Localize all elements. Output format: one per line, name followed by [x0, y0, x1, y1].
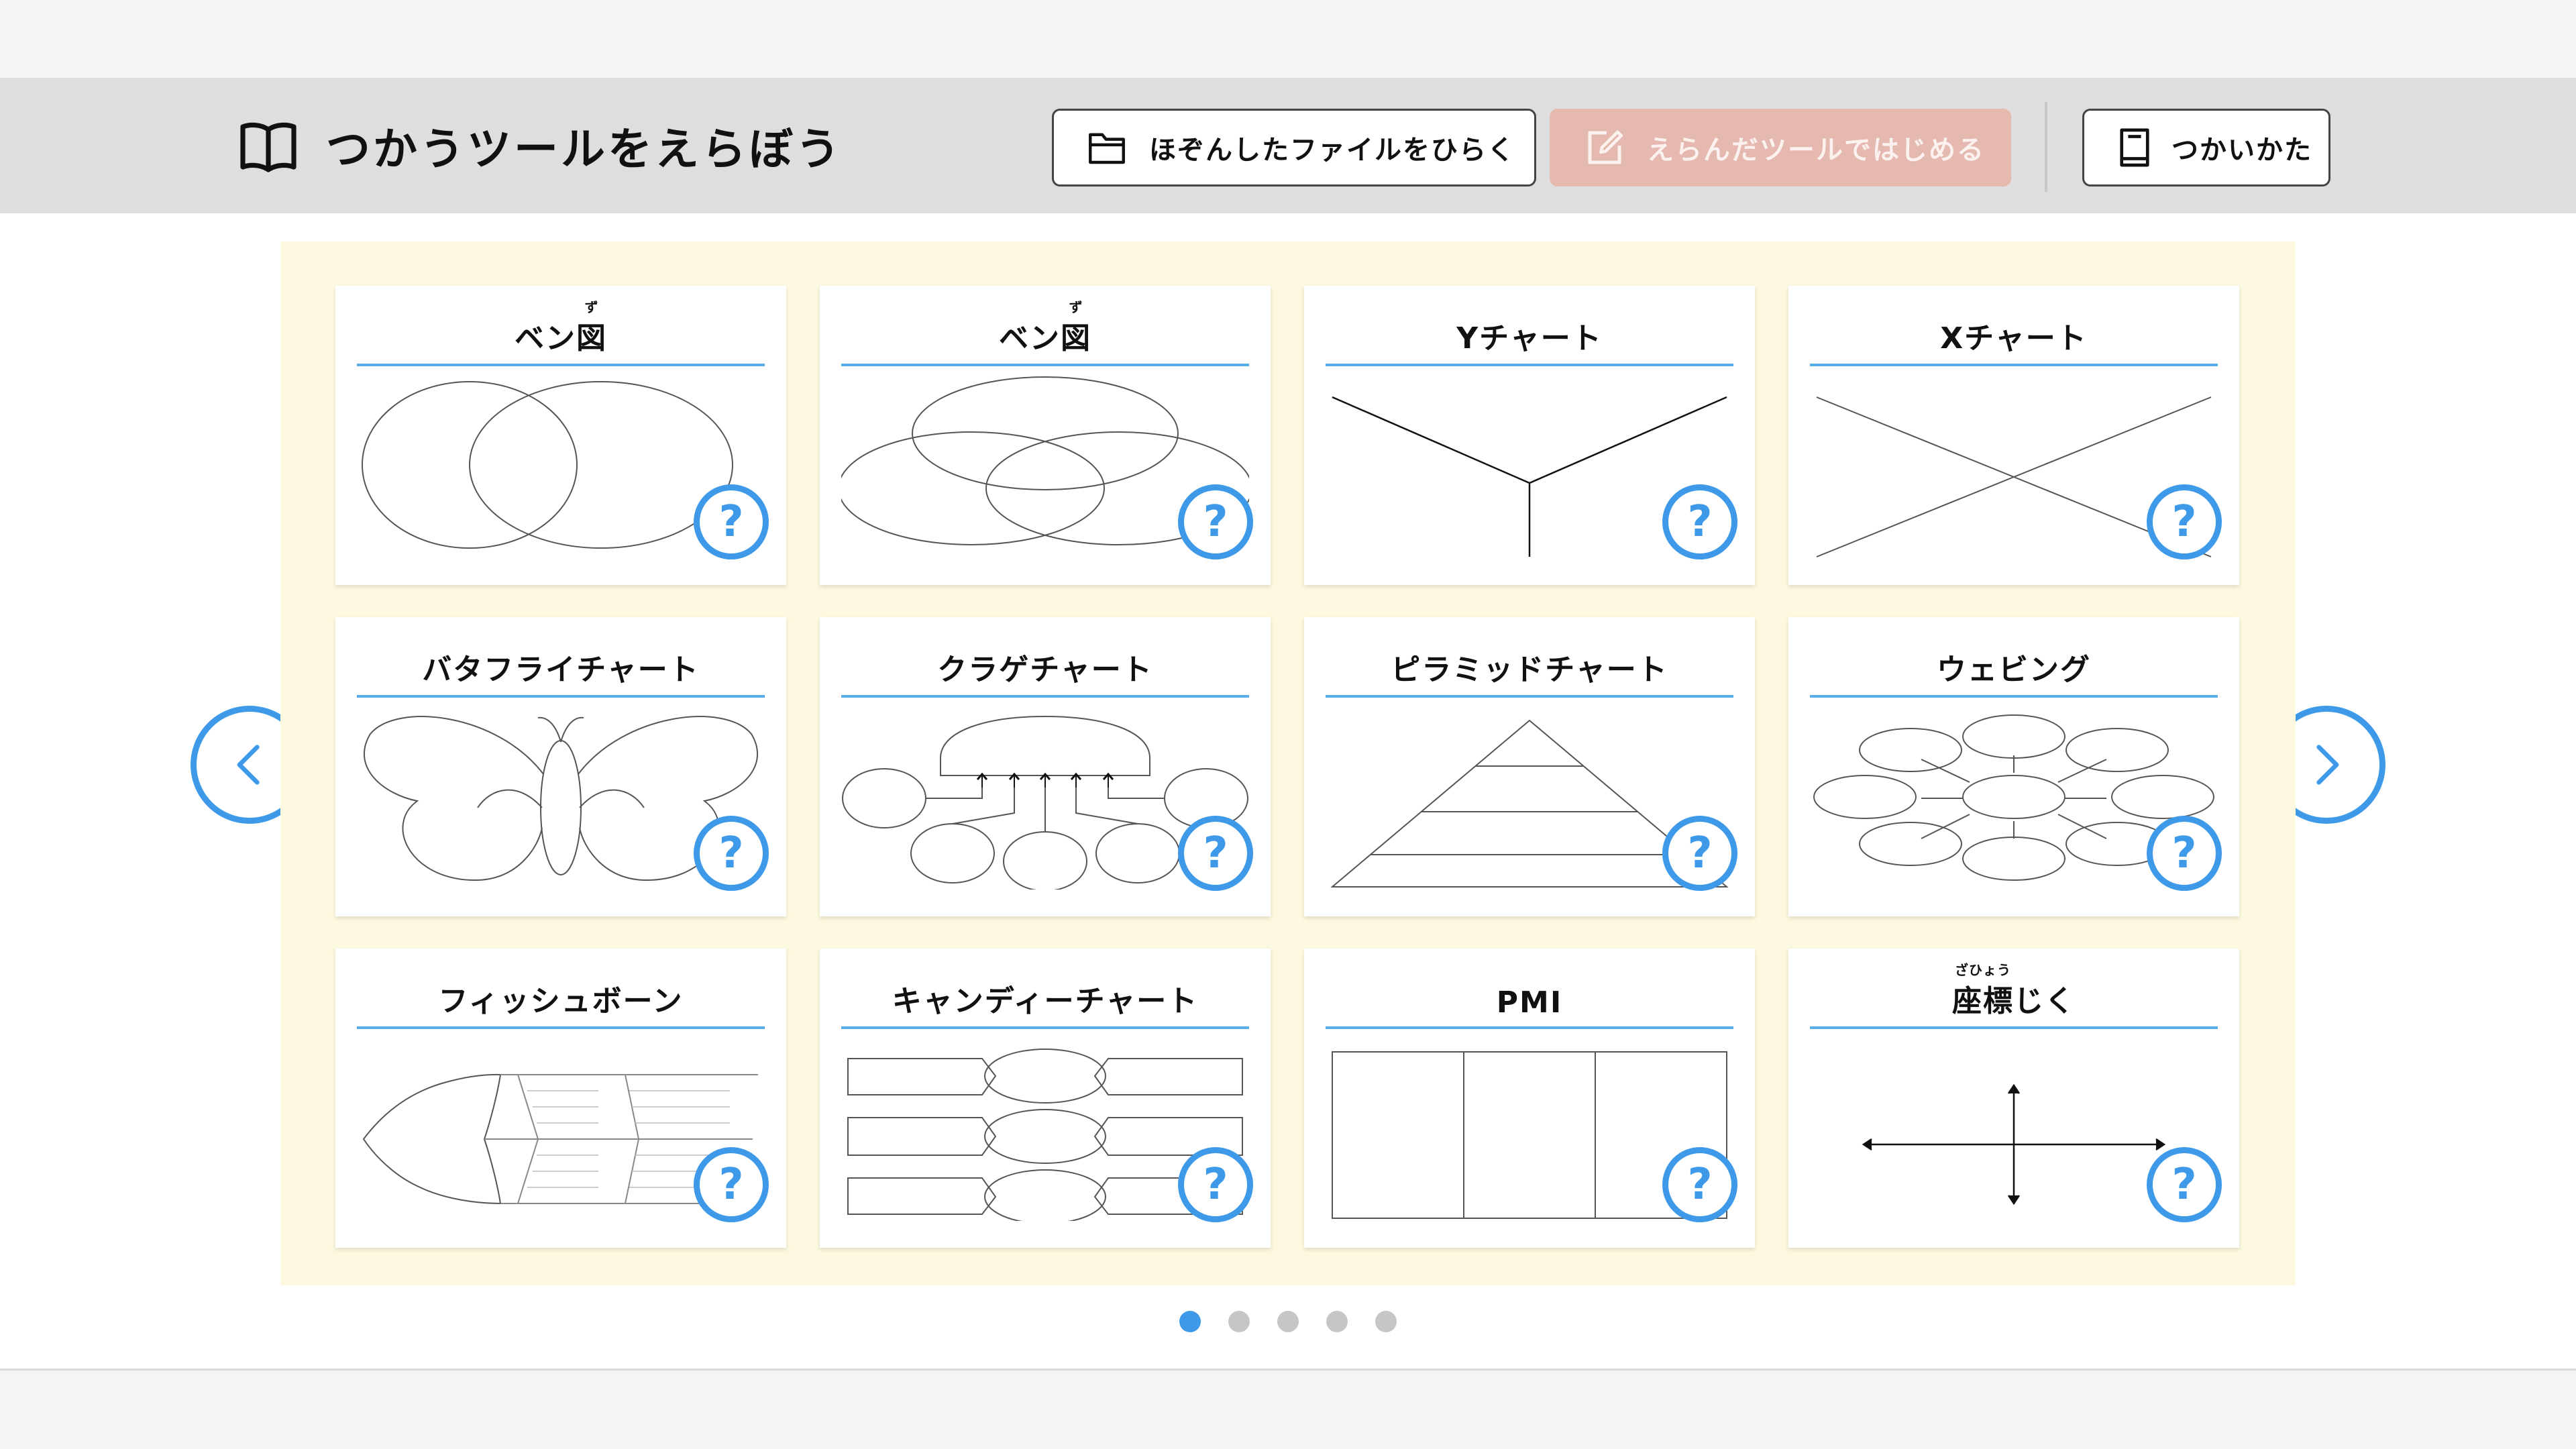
tool-card-title: キャンディーチャート: [841, 966, 1249, 1029]
title-text: フィッシュボーン: [438, 984, 684, 1018]
tool-card-jellyfish[interactable]: クラゲチャート ?: [820, 617, 1271, 916]
tool-card-title: 座標 ざひょう じく: [1810, 962, 2218, 1029]
bottom-margin: [0, 1371, 2576, 1449]
manual-icon: [2120, 128, 2149, 167]
title-text: ベン: [515, 321, 576, 356]
help-icon[interactable]: ?: [694, 1147, 769, 1222]
page-dot-4[interactable]: [1326, 1311, 1348, 1332]
tool-card-butterfly[interactable]: バタフライチャート ?: [335, 617, 786, 916]
tool-card-venn-2[interactable]: ベン図ず ?: [335, 286, 786, 585]
help-icon[interactable]: ?: [1662, 816, 1737, 891]
title-text: Xチャート: [1940, 321, 2088, 356]
tool-card-title: ベン図ず: [357, 299, 765, 366]
tool-card-pyramid[interactable]: ピラミッドチャート ?: [1304, 617, 1755, 916]
page-title: つかうツールをえらぼう: [326, 123, 843, 175]
tool-card-title: ウェビング: [1810, 635, 2218, 698]
title-text: ピラミッドチャート: [1391, 653, 1668, 687]
tool-card-fishbone[interactable]: フィッシュボーン ?: [335, 949, 786, 1248]
ruby-reading: ず: [584, 299, 599, 315]
title-text: じく: [2014, 984, 2076, 1018]
help-icon[interactable]: ?: [1178, 1147, 1253, 1222]
help-icon[interactable]: ?: [1662, 1147, 1737, 1222]
ruby-base: 図: [576, 321, 607, 356]
tool-card-title: ピラミッドチャート: [1326, 635, 1733, 698]
edit-icon: [1588, 130, 1623, 164]
tool-card-y-chart[interactable]: Yチャート ?: [1304, 286, 1755, 585]
ruby-base: 座標: [1952, 984, 2014, 1018]
tool-card-title: バタフライチャート: [357, 635, 765, 698]
tool-card-title: フィッシュボーン: [357, 966, 765, 1029]
title-text: バタフライチャート: [422, 653, 700, 687]
title-ruby: 図ず: [1061, 299, 1091, 357]
tool-card-coordinate-axes[interactable]: 座標 ざひょう じく ?: [1788, 949, 2239, 1248]
help-icon[interactable]: ?: [2147, 816, 2222, 891]
page-dot-5[interactable]: [1375, 1311, 1397, 1332]
page-dot-2[interactable]: [1228, 1311, 1250, 1332]
chevron-right-icon: [2316, 745, 2339, 785]
top-margin: [0, 0, 2576, 78]
folder-icon: [1089, 133, 1125, 164]
help-icon[interactable]: ?: [2147, 1147, 2222, 1222]
app-window: つかうツールをえらぼう ほぞんしたファイルをひらく えらんだツールではじめる つ…: [0, 78, 2576, 1371]
tool-card-candy[interactable]: キャンディーチャート ?: [820, 949, 1271, 1248]
tool-card-venn-3[interactable]: ベン図ず ?: [820, 286, 1271, 585]
tool-card-title: ベン図ず: [841, 299, 1249, 366]
ruby-reading: ざひょう: [1955, 962, 2011, 978]
tool-card-webbing[interactable]: ウェビング ?: [1788, 617, 2239, 916]
tool-card-pmi[interactable]: PMI ?: [1304, 949, 1755, 1248]
chevron-left-icon: [237, 745, 260, 785]
title-text: ベン: [999, 321, 1061, 356]
header-bar: つかうツールをえらぼう ほぞんしたファイルをひらく えらんだツールではじめる つ…: [0, 78, 2576, 213]
title-ruby: 座標 ざひょう: [1952, 962, 2014, 1020]
page-dot-3[interactable]: [1277, 1311, 1299, 1332]
tool-grid: ベン図ず ? ベン図ず ? Yチャート ? Xチャート ? バタフライチャート …: [280, 241, 2296, 1285]
how-to-use-button[interactable]: つかいかた: [2082, 109, 2330, 186]
title-text: Yチャート: [1456, 321, 1603, 356]
tool-card-title: PMI: [1326, 966, 1733, 1029]
tool-card-title: Xチャート: [1810, 303, 2218, 366]
help-icon[interactable]: ?: [1178, 816, 1253, 891]
title-text: クラゲチャート: [937, 653, 1153, 687]
start-with-selected-tool-button[interactable]: えらんだツールではじめる: [1550, 109, 2011, 186]
title-text: キャンディーチャート: [892, 984, 1199, 1018]
tool-card-title: クラゲチャート: [841, 635, 1249, 698]
ruby-base: 図: [1061, 321, 1091, 356]
title-ruby: 図ず: [576, 299, 607, 357]
open-saved-file-label: ほぞんしたファイルをひらく: [1149, 135, 1515, 166]
title-text: ウェビング: [1937, 653, 2091, 687]
header-divider: [2045, 102, 2047, 192]
help-icon[interactable]: ?: [1662, 484, 1737, 559]
book-icon: [240, 122, 297, 172]
title-text: PMI: [1496, 985, 1563, 1020]
open-saved-file-button[interactable]: ほぞんしたファイルをひらく: [1052, 109, 1536, 186]
help-icon[interactable]: ?: [694, 484, 769, 559]
ruby-reading: ず: [1069, 299, 1083, 315]
start-with-selected-tool-label: えらんだツールではじめる: [1647, 135, 1985, 166]
page-dot-1[interactable]: [1179, 1311, 1201, 1332]
pagination-dots: [1179, 1311, 1397, 1332]
help-icon[interactable]: ?: [2147, 484, 2222, 559]
how-to-use-label: つかいかた: [2171, 135, 2312, 166]
help-icon[interactable]: ?: [1178, 484, 1253, 559]
help-icon[interactable]: ?: [694, 816, 769, 891]
tool-card-x-chart[interactable]: Xチャート ?: [1788, 286, 2239, 585]
page-title-area: つかうツールをえらぼう: [236, 115, 843, 176]
tool-card-title: Yチャート: [1326, 303, 1733, 366]
